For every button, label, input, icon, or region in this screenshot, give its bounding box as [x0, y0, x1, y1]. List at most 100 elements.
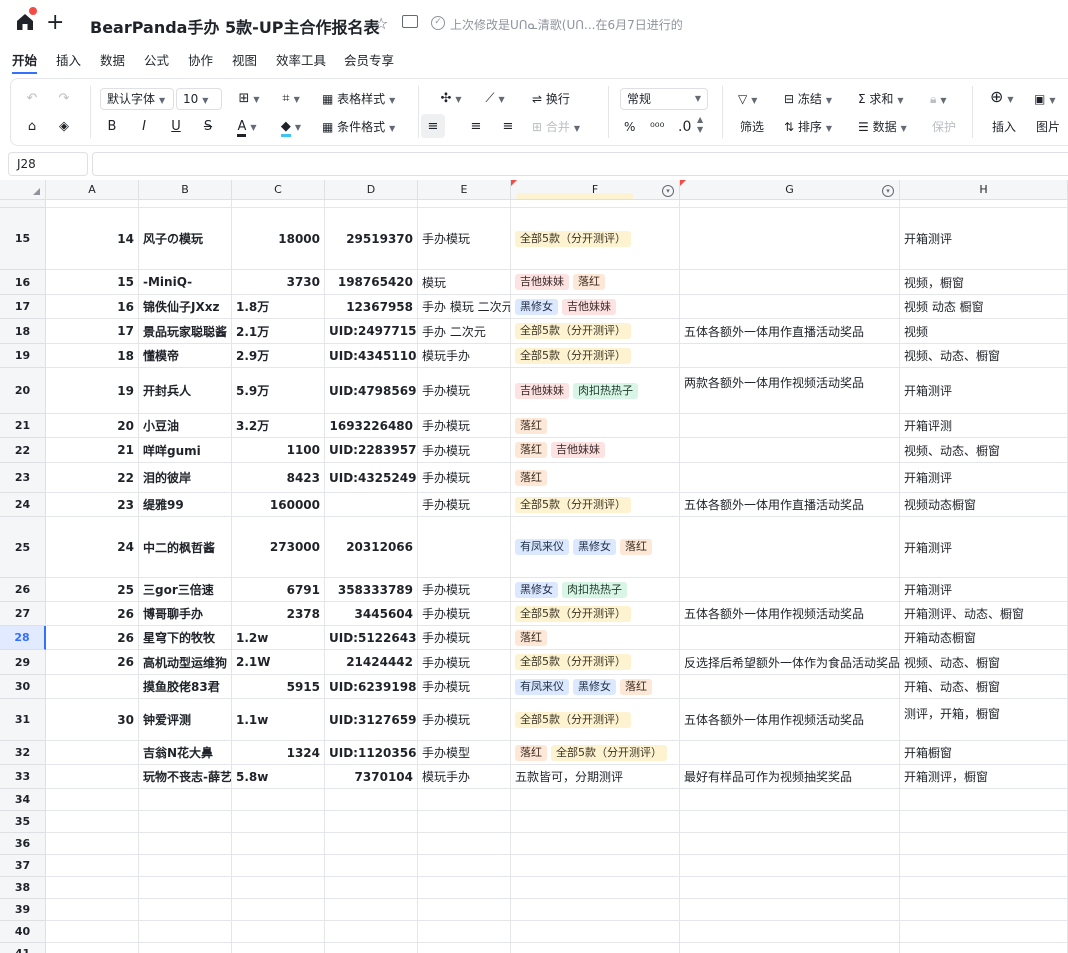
cell-e27[interactable]: 手办模玩 [418, 602, 511, 626]
decimal-button[interactable]: .0 [678, 119, 691, 135]
empty-cell[interactable] [325, 921, 418, 943]
cell-b28[interactable]: 星穹下的牧牧 [139, 626, 232, 650]
column-header-c[interactable]: C [232, 180, 325, 200]
protect-button[interactable]: 保护 [932, 119, 956, 135]
cell-a15[interactable]: 14 [46, 208, 139, 270]
cell-f16[interactable]: 吉他妹妹 落红 [511, 270, 680, 295]
row-header-17[interactable]: 17 [0, 295, 46, 319]
cell-g23[interactable] [680, 463, 900, 493]
empty-cell[interactable] [900, 877, 1068, 899]
cell-c16[interactable]: 3730 [232, 270, 325, 295]
tab-efficiency[interactable]: 效率工具 [276, 50, 326, 69]
row-header-24[interactable]: 24 [0, 493, 46, 517]
empty-cell[interactable] [511, 789, 680, 811]
image-icon[interactable]: ▣ ▼ [1034, 91, 1056, 109]
cell-f20[interactable]: 吉他妹妹 肉扣热热子 [511, 368, 680, 414]
cell-c26[interactable]: 6791 [232, 578, 325, 602]
cell-a23[interactable]: 22 [46, 463, 139, 493]
cell-d16[interactable]: 198765420 [325, 270, 418, 295]
cell-h21[interactable]: 开箱评测 [900, 414, 1068, 438]
cell-g31[interactable]: 五体各额外一体用作视频活动奖品 [680, 699, 900, 741]
table-cell[interactable] [232, 200, 325, 208]
column-g-filter-icon[interactable]: ▾ [882, 185, 894, 197]
cell-d15[interactable]: 29519370 [325, 208, 418, 270]
empty-cell[interactable] [325, 899, 418, 921]
row-header-41[interactable]: 41 [0, 943, 46, 953]
font-color-icon[interactable]: A ▼ [232, 119, 262, 137]
cell-h15[interactable]: 开箱测评 [900, 208, 1068, 270]
empty-cell[interactable] [46, 877, 139, 899]
cell-c20[interactable]: 5.9万 [232, 368, 325, 414]
cell-d20[interactable]: UID:479856909 [325, 368, 418, 414]
image-button[interactable]: 图片 [1036, 119, 1060, 135]
filter-button[interactable]: 筛选 [740, 119, 764, 135]
table-cell[interactable] [46, 200, 139, 208]
bold-icon[interactable]: B [104, 119, 120, 135]
cell-f31[interactable]: 全部5款（分开测评） [511, 699, 680, 741]
empty-cell[interactable] [325, 811, 418, 833]
empty-cell[interactable] [139, 833, 232, 855]
cell-f21[interactable]: 落红 [511, 414, 680, 438]
row-header-28[interactable]: 28 [0, 626, 46, 650]
cell-e33[interactable]: 模玩手办 [418, 765, 511, 789]
column-header-e[interactable]: E [418, 180, 511, 200]
empty-cell[interactable] [139, 811, 232, 833]
row-header-34[interactable]: 34 [0, 789, 46, 811]
row-header-21[interactable]: 21 [0, 414, 46, 438]
empty-cell[interactable] [511, 877, 680, 899]
empty-cell[interactable] [232, 943, 325, 953]
empty-cell[interactable] [511, 811, 680, 833]
cell-g20[interactable]: 两款各额外一体用作视频活动奖品 [680, 368, 900, 414]
empty-cell[interactable] [680, 899, 900, 921]
cell-b27[interactable]: 博哥聊手办 [139, 602, 232, 626]
sum-button[interactable]: Σ 求和 ▼ [858, 91, 904, 109]
border-icon[interactable]: ⊞ ▼ [234, 91, 264, 108]
cell-h17[interactable]: 视频 动态 橱窗 [900, 295, 1068, 319]
cell-e25[interactable] [418, 517, 511, 578]
table-cell[interactable] [511, 200, 680, 208]
empty-cell[interactable] [232, 855, 325, 877]
empty-cell[interactable] [325, 855, 418, 877]
row-header-19[interactable]: 19 [0, 344, 46, 368]
cell-e18[interactable]: 手办 二次元 [418, 319, 511, 344]
row-header-39[interactable]: 39 [0, 899, 46, 921]
doc-title[interactable]: BearPanda手办 5款-UP主合作报名表 [90, 14, 380, 38]
cell-g24[interactable]: 五体各额外一体用作直播活动奖品 [680, 493, 900, 517]
cell-b25[interactable]: 中二的枫哲酱 [139, 517, 232, 578]
spreadsheet-grid[interactable]: A B C D E F G H ▾ ▾ 15 14 风子の模玩 18000 29519370 手办模玩 全部5款… [0, 180, 1068, 953]
empty-cell[interactable] [900, 811, 1068, 833]
data-button[interactable]: ☰ 数据 ▼ [858, 119, 907, 137]
table-cell[interactable] [900, 200, 1068, 208]
cell-b24[interactable]: 缇雅99 [139, 493, 232, 517]
clear-format-icon[interactable]: ◈ [56, 119, 72, 135]
cell-a29[interactable]: 26 [46, 650, 139, 675]
cell-a22[interactable]: 21 [46, 438, 139, 463]
cell-h20[interactable]: 开箱测评 [900, 368, 1068, 414]
empty-cell[interactable] [511, 833, 680, 855]
cell-a33[interactable] [46, 765, 139, 789]
cell-f33[interactable]: 五款皆可，分期测评 [511, 765, 680, 789]
empty-cell[interactable] [46, 789, 139, 811]
cell-g17[interactable] [680, 295, 900, 319]
column-header-b[interactable]: B [139, 180, 232, 200]
align-left-icon[interactable]: ≡ [425, 119, 441, 135]
empty-cell[interactable] [900, 899, 1068, 921]
empty-cell[interactable] [900, 943, 1068, 953]
row-header-29[interactable]: 29 [0, 650, 46, 675]
tab-collab[interactable]: 协作 [188, 50, 213, 69]
cell-b19[interactable]: 懂模帝 [139, 344, 232, 368]
cell-a27[interactable]: 26 [46, 602, 139, 626]
empty-cell[interactable] [139, 921, 232, 943]
empty-cell[interactable] [680, 921, 900, 943]
empty-cell[interactable] [418, 789, 511, 811]
empty-cell[interactable] [232, 811, 325, 833]
empty-cell[interactable] [232, 877, 325, 899]
undo-icon[interactable]: ↶ [24, 91, 40, 107]
tab-data[interactable]: 数据 [100, 50, 125, 69]
cell-c29[interactable]: 2.1W [232, 650, 325, 675]
cell-e30[interactable]: 手办模玩 [418, 675, 511, 699]
row-header-37[interactable]: 37 [0, 855, 46, 877]
cell-e32[interactable]: 手办模型 [418, 741, 511, 765]
tab-view[interactable]: 视图 [232, 50, 257, 69]
cell-e26[interactable]: 手办模玩 [418, 578, 511, 602]
